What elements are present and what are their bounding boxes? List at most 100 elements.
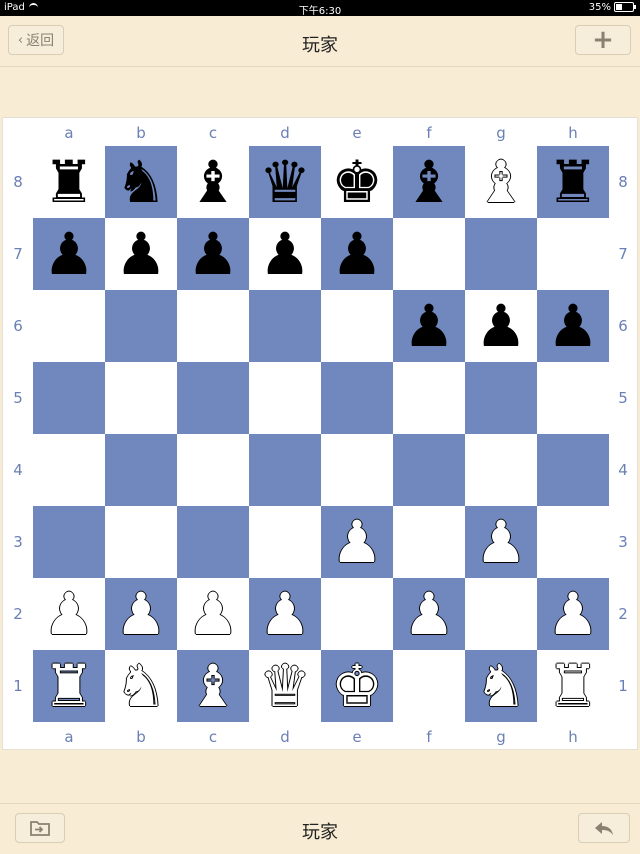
square-g5[interactable]: [465, 362, 537, 434]
black-king-icon[interactable]: ♚: [331, 153, 383, 211]
square-g7[interactable]: [465, 218, 537, 290]
square-f3[interactable]: [393, 506, 465, 578]
white-bishop-icon[interactable]: ♝: [187, 657, 239, 715]
square-c4[interactable]: [177, 434, 249, 506]
square-c1[interactable]: ♝: [177, 650, 249, 722]
black-pawn-icon[interactable]: ♟: [403, 297, 455, 355]
square-g8[interactable]: ♝: [465, 146, 537, 218]
square-e6[interactable]: [321, 290, 393, 362]
white-pawn-icon[interactable]: ♟: [331, 513, 383, 571]
square-e5[interactable]: [321, 362, 393, 434]
black-pawn-icon[interactable]: ♟: [547, 297, 599, 355]
square-f1[interactable]: [393, 650, 465, 722]
white-pawn-icon[interactable]: ♟: [547, 585, 599, 643]
square-d2[interactable]: ♟: [249, 578, 321, 650]
black-bishop-icon[interactable]: ♝: [187, 153, 239, 211]
rank-label-3: 3: [618, 533, 628, 551]
white-pawn-icon[interactable]: ♟: [43, 585, 95, 643]
black-rook-icon[interactable]: ♜: [547, 153, 599, 211]
square-b3[interactable]: [105, 506, 177, 578]
square-g2[interactable]: [465, 578, 537, 650]
square-h1[interactable]: ♜: [537, 650, 609, 722]
black-rook-icon[interactable]: ♜: [43, 153, 95, 211]
square-b8[interactable]: ♞: [105, 146, 177, 218]
square-h2[interactable]: ♟: [537, 578, 609, 650]
square-c7[interactable]: ♟: [177, 218, 249, 290]
square-a2[interactable]: ♟: [33, 578, 105, 650]
white-bishop-icon[interactable]: ♝: [475, 153, 527, 211]
white-rook-icon[interactable]: ♜: [43, 657, 95, 715]
square-g6[interactable]: ♟: [465, 290, 537, 362]
square-b2[interactable]: ♟: [105, 578, 177, 650]
square-e3[interactable]: ♟: [321, 506, 393, 578]
square-d8[interactable]: ♛: [249, 146, 321, 218]
square-e8[interactable]: ♚: [321, 146, 393, 218]
square-b6[interactable]: [105, 290, 177, 362]
square-f5[interactable]: [393, 362, 465, 434]
white-pawn-icon[interactable]: ♟: [115, 585, 167, 643]
square-h6[interactable]: ♟: [537, 290, 609, 362]
white-rook-icon[interactable]: ♜: [547, 657, 599, 715]
square-h7[interactable]: [537, 218, 609, 290]
white-pawn-icon[interactable]: ♟: [403, 585, 455, 643]
black-pawn-icon[interactable]: ♟: [331, 225, 383, 283]
square-e1[interactable]: ♚: [321, 650, 393, 722]
white-king-icon[interactable]: ♚: [331, 657, 383, 715]
chess-board[interactable]: ♜ ♞ ♝ ♛ ♚ ♝ ♝ ♜ ♟ ♟ ♟ ♟ ♟ ♟ ♟ ♟ ♟ ♟ ♟ ♟ ♟ ♟ ♟ ♟ ♜ ♞ ♝ ♛ ♚ ♞ ♜: [33, 146, 609, 722]
square-f2[interactable]: ♟: [393, 578, 465, 650]
square-c6[interactable]: [177, 290, 249, 362]
square-b4[interactable]: [105, 434, 177, 506]
black-bishop-icon[interactable]: ♝: [403, 153, 455, 211]
white-pawn-icon[interactable]: ♟: [187, 585, 239, 643]
square-c8[interactable]: ♝: [177, 146, 249, 218]
add-button[interactable]: +: [575, 25, 631, 55]
black-pawn-icon[interactable]: ♟: [475, 297, 527, 355]
square-h3[interactable]: [537, 506, 609, 578]
square-d1[interactable]: ♛: [249, 650, 321, 722]
undo-icon: [595, 822, 613, 835]
square-c2[interactable]: ♟: [177, 578, 249, 650]
black-pawn-icon[interactable]: ♟: [115, 225, 167, 283]
white-knight-icon[interactable]: ♞: [115, 657, 167, 715]
square-a5[interactable]: [33, 362, 105, 434]
white-pawn-icon[interactable]: ♟: [475, 513, 527, 571]
square-d3[interactable]: [249, 506, 321, 578]
square-a8[interactable]: ♜: [33, 146, 105, 218]
square-a4[interactable]: [33, 434, 105, 506]
square-d5[interactable]: [249, 362, 321, 434]
black-pawn-icon[interactable]: ♟: [43, 225, 95, 283]
square-f4[interactable]: [393, 434, 465, 506]
square-b1[interactable]: ♞: [105, 650, 177, 722]
square-c3[interactable]: [177, 506, 249, 578]
white-knight-icon[interactable]: ♞: [475, 657, 527, 715]
black-pawn-icon[interactable]: ♟: [187, 225, 239, 283]
square-h4[interactable]: [537, 434, 609, 506]
square-a1[interactable]: ♜: [33, 650, 105, 722]
square-b5[interactable]: [105, 362, 177, 434]
white-queen-icon[interactable]: ♛: [259, 657, 311, 715]
square-e4[interactable]: [321, 434, 393, 506]
square-e7[interactable]: ♟: [321, 218, 393, 290]
square-h8[interactable]: ♜: [537, 146, 609, 218]
square-g3[interactable]: ♟: [465, 506, 537, 578]
square-g1[interactable]: ♞: [465, 650, 537, 722]
black-pawn-icon[interactable]: ♟: [259, 225, 311, 283]
square-f6[interactable]: ♟: [393, 290, 465, 362]
black-knight-icon[interactable]: ♞: [115, 153, 167, 211]
square-d7[interactable]: ♟: [249, 218, 321, 290]
white-pawn-icon[interactable]: ♟: [259, 585, 311, 643]
square-d6[interactable]: [249, 290, 321, 362]
square-g4[interactable]: [465, 434, 537, 506]
square-d4[interactable]: [249, 434, 321, 506]
black-queen-icon[interactable]: ♛: [259, 153, 311, 211]
square-e2[interactable]: [321, 578, 393, 650]
square-f8[interactable]: ♝: [393, 146, 465, 218]
square-a6[interactable]: [33, 290, 105, 362]
square-f7[interactable]: [393, 218, 465, 290]
undo-button[interactable]: [578, 813, 630, 843]
square-a7[interactable]: ♟: [33, 218, 105, 290]
square-c5[interactable]: [177, 362, 249, 434]
square-a3[interactable]: [33, 506, 105, 578]
square-h5[interactable]: [537, 362, 609, 434]
square-b7[interactable]: ♟: [105, 218, 177, 290]
